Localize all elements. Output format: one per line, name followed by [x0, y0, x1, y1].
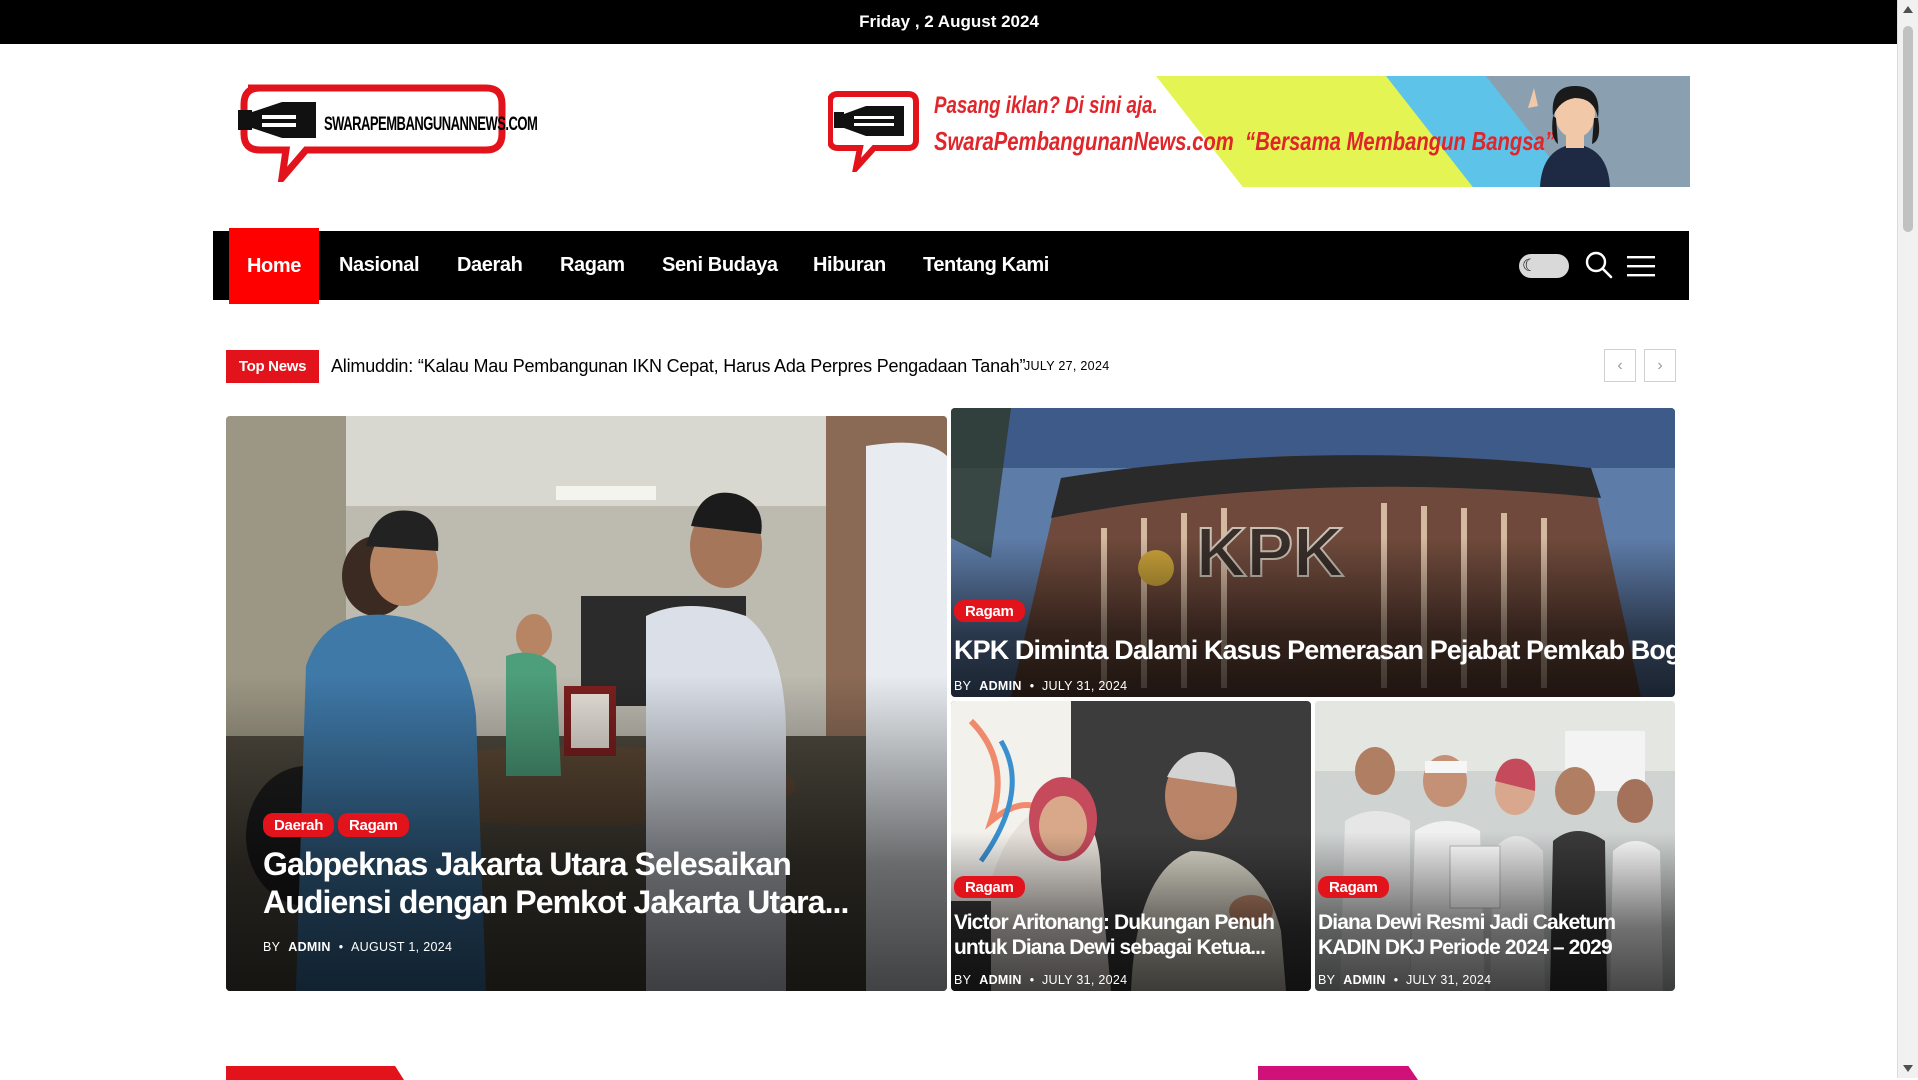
banner-model-image: [1528, 86, 1610, 187]
featured-main-title[interactable]: Gabpeknas Jakarta Utara Selesaikan Audie…: [263, 846, 913, 922]
current-date: Friday , 2 August 2024: [859, 12, 1039, 31]
featured-top-right-card[interactable]: KPK Ragam KPK Diminta Dalami Kasus Pemer…: [951, 408, 1675, 697]
banner-site-name: SwaraPembangunanNews.com: [934, 126, 1234, 156]
author-link[interactable]: ADMIN: [979, 973, 1021, 987]
logo-text: SWARAPEMBANGUNANNEWS.COM: [324, 112, 538, 135]
nav-item-nasional[interactable]: Nasional: [339, 231, 420, 300]
nav-item-ragam[interactable]: Ragam: [560, 231, 625, 300]
ticker-headline[interactable]: Alimuddin: “Kalau Mau Pembangunan IKN Ce…: [331, 356, 1026, 377]
featured-bottom-right-title[interactable]: Diana Dewi Resmi Jadi Caketum KADIN DKJ …: [1318, 911, 1663, 961]
featured-bottom-right-card[interactable]: Ragam Diana Dewi Resmi Jadi Caketum KADI…: [1315, 701, 1675, 991]
banner-line-2: SwaraPembangunanNews.com “Bersama Memban…: [934, 126, 1555, 157]
meta-by: BY: [1318, 973, 1336, 987]
nav-label: Daerah: [457, 254, 523, 276]
nav-item-tentang-kami[interactable]: Tentang Kami: [923, 231, 1049, 300]
search-icon[interactable]: [1585, 251, 1613, 279]
nav-item-hiburan[interactable]: Hiburan: [813, 231, 886, 300]
banner-line-1: Pasang iklan? Di sini aja.: [934, 92, 1158, 119]
nav-label: Ragam: [560, 254, 625, 276]
menu-icon[interactable]: [1627, 255, 1655, 277]
dark-mode-toggle[interactable]: ☾: [1519, 254, 1569, 278]
ticker-date: JULY 27, 2024: [1024, 359, 1110, 373]
featured-main-card[interactable]: Daerah Ragam Gabpeknas Jakarta Utara Sel…: [226, 416, 947, 991]
meta-by: BY: [954, 679, 972, 693]
scrollbar-thumb[interactable]: [1903, 26, 1913, 232]
category-tag-ragam[interactable]: Ragam: [338, 813, 409, 837]
nav-label: Nasional: [339, 254, 420, 276]
ad-banner[interactable]: Pasang iklan? Di sini aja. SwaraPembangu…: [826, 76, 1690, 187]
main-navigation: Home Nasional Daerah Ragam Seni Budaya H…: [213, 228, 1689, 304]
page-scrollbar[interactable]: [1897, 0, 1918, 1078]
ticker-next-button[interactable]: ›: [1644, 349, 1676, 382]
featured-bottom-left-card[interactable]: Ragam Victor Aritonang: Dukungan Penuh u…: [951, 701, 1311, 991]
scroll-down-icon[interactable]: [1903, 1065, 1913, 1072]
banner-tagline: “Bersama Membangun Bangsa”: [1245, 126, 1555, 156]
meta-by: BY: [263, 940, 281, 954]
author-link[interactable]: ADMIN: [288, 940, 330, 954]
site-logo[interactable]: SWARAPEMBANGUNANNEWS.COM: [236, 82, 538, 190]
post-date: JULY 31, 2024: [1041, 973, 1128, 987]
featured-bottom-left-title[interactable]: Victor Aritonang: Dukungan Penuh untuk D…: [954, 911, 1299, 961]
chevron-right-icon: ›: [1657, 356, 1663, 374]
featured-bottom-right-meta: BY ADMIN • JULY 31, 2024: [1318, 973, 1492, 987]
nav-label: Hiburan: [813, 254, 886, 276]
author-link[interactable]: ADMIN: [979, 679, 1021, 693]
featured-top-right-meta: BY ADMIN • JULY 31, 2024: [954, 679, 1128, 693]
nav-label: Seni Budaya: [662, 254, 778, 276]
author-link[interactable]: ADMIN: [1343, 973, 1385, 987]
ticker-prev-button[interactable]: ‹: [1604, 349, 1636, 382]
nav-label: Tentang Kami: [923, 254, 1049, 276]
nav-item-home[interactable]: Home: [229, 228, 319, 304]
category-tag-daerah[interactable]: Daerah: [263, 813, 335, 837]
post-date: JULY 31, 2024: [1041, 679, 1128, 693]
card-gradient-overlay: [951, 538, 1675, 697]
category-tag-ragam[interactable]: Ragam: [1318, 876, 1389, 898]
top-news-label: Top News: [226, 350, 319, 383]
nav-item-seni-budaya[interactable]: Seni Budaya: [662, 231, 778, 300]
category-tag-ragam[interactable]: Ragam: [954, 876, 1025, 898]
post-date: AUGUST 1, 2024: [350, 940, 453, 954]
megaphone-logo-icon: [828, 91, 919, 172]
featured-bottom-left-meta: BY ADMIN • JULY 31, 2024: [954, 973, 1128, 987]
chevron-left-icon: ‹: [1617, 356, 1623, 374]
scroll-up-icon[interactable]: [1903, 6, 1913, 13]
category-tag-ragam[interactable]: Ragam: [954, 600, 1025, 622]
featured-top-right-title[interactable]: KPK Diminta Dalami Kasus Pemerasan Pejab…: [954, 635, 1675, 667]
featured-main-meta: BY ADMIN • AUGUST 1, 2024: [263, 940, 453, 954]
nav-item-daerah[interactable]: Daerah: [457, 231, 523, 300]
top-date-bar: Friday , 2 August 2024: [0, 0, 1898, 44]
meta-by: BY: [954, 973, 972, 987]
post-date: JULY 31, 2024: [1405, 973, 1492, 987]
nav-label: Home: [247, 254, 301, 277]
moon-icon: ☾: [1522, 256, 1538, 275]
